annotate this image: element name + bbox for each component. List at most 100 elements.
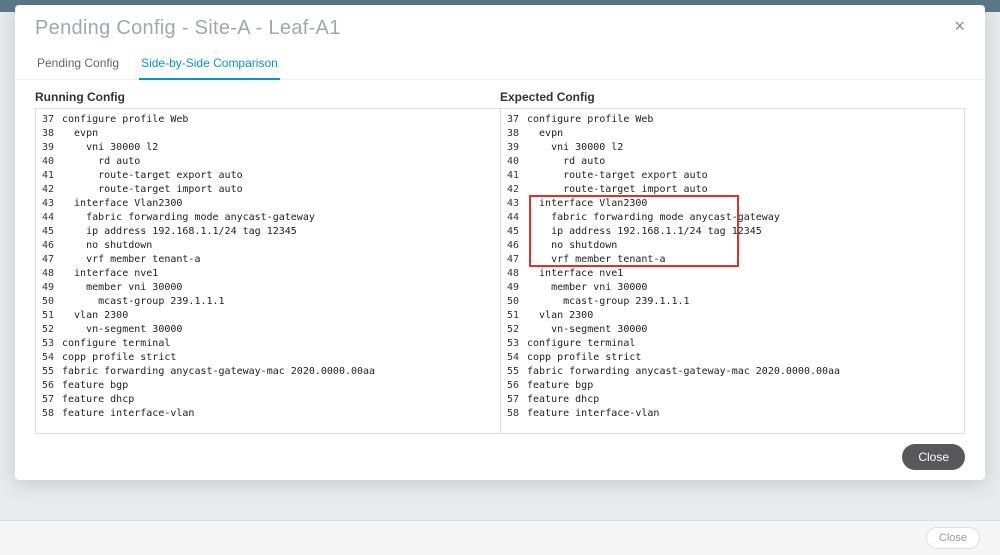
line-number: 46 xyxy=(503,239,527,253)
line-content: feature bgp xyxy=(62,379,498,393)
background-close-button[interactable]: Close xyxy=(926,527,980,549)
line-number: 47 xyxy=(38,253,62,267)
line-content: evpn xyxy=(62,127,498,141)
modal-footer: Close xyxy=(15,434,985,480)
line-number: 48 xyxy=(38,267,62,281)
line-number: 41 xyxy=(38,169,62,183)
line-content: member vni 30000 xyxy=(62,281,498,295)
code-line: 42 route-target import auto xyxy=(38,183,498,197)
line-content: interface Vlan2300 xyxy=(527,197,962,211)
code-line: 43 interface Vlan2300 xyxy=(503,197,962,211)
code-line: 38 evpn xyxy=(38,127,498,141)
tab-side-by-side[interactable]: Side-by-Side Comparison xyxy=(139,48,280,80)
running-config-body[interactable]: 37configure profile Web38 evpn39 vni 300… xyxy=(35,108,500,434)
line-number: 56 xyxy=(503,379,527,393)
code-line: 37configure profile Web xyxy=(503,113,962,127)
running-config-title: Running Config xyxy=(35,90,500,108)
code-line: 53configure terminal xyxy=(503,337,962,351)
tab-pending-config[interactable]: Pending Config xyxy=(35,48,121,80)
line-number: 53 xyxy=(38,337,62,351)
line-content: vni 30000 l2 xyxy=(527,141,962,155)
modal-header: Pending Config - Site-A - Leaf-A1 × xyxy=(15,5,985,48)
code-line: 54copp profile strict xyxy=(38,351,498,365)
code-line: 49 member vni 30000 xyxy=(503,281,962,295)
line-content: route-target export auto xyxy=(62,169,498,183)
code-line: 38 evpn xyxy=(503,127,962,141)
line-number: 49 xyxy=(38,281,62,295)
code-line: 57feature dhcp xyxy=(38,393,498,407)
line-number: 57 xyxy=(503,393,527,407)
line-number: 53 xyxy=(503,337,527,351)
line-content: feature dhcp xyxy=(62,393,498,407)
code-line: 56feature bgp xyxy=(503,379,962,393)
line-content: feature interface-vlan xyxy=(62,407,498,421)
line-number: 49 xyxy=(503,281,527,295)
tab-bar: Pending Config Side-by-Side Comparison xyxy=(15,48,985,80)
line-content: route-target import auto xyxy=(527,183,962,197)
pending-config-modal: Pending Config - Site-A - Leaf-A1 × Pend… xyxy=(15,5,985,480)
expected-config-body[interactable]: 37configure profile Web38 evpn39 vni 300… xyxy=(500,108,965,434)
line-number: 55 xyxy=(38,365,62,379)
close-icon[interactable]: × xyxy=(954,17,965,35)
line-number: 43 xyxy=(503,197,527,211)
line-content: fabric forwarding anycast-gateway-mac 20… xyxy=(62,365,498,379)
line-content: vrf member tenant-a xyxy=(527,253,962,267)
code-line: 52 vn-segment 30000 xyxy=(503,323,962,337)
line-content: mcast-group 239.1.1.1 xyxy=(527,295,962,309)
line-number: 51 xyxy=(38,309,62,323)
code-line: 49 member vni 30000 xyxy=(38,281,498,295)
line-number: 45 xyxy=(503,225,527,239)
code-line: 41 route-target export auto xyxy=(38,169,498,183)
line-content: no shutdown xyxy=(62,239,498,253)
background-footer: Close xyxy=(0,520,1000,555)
code-line: 45 ip address 192.168.1.1/24 tag 12345 xyxy=(38,225,498,239)
line-number: 46 xyxy=(38,239,62,253)
code-line: 39 vni 30000 l2 xyxy=(503,141,962,155)
code-line: 46 no shutdown xyxy=(38,239,498,253)
line-number: 51 xyxy=(503,309,527,323)
line-content: no shutdown xyxy=(527,239,962,253)
line-number: 56 xyxy=(38,379,62,393)
line-number: 54 xyxy=(503,351,527,365)
code-line: 54copp profile strict xyxy=(503,351,962,365)
line-number: 38 xyxy=(38,127,62,141)
code-line: 47 vrf member tenant-a xyxy=(503,253,962,267)
line-number: 44 xyxy=(38,211,62,225)
code-line: 44 fabric forwarding mode anycast-gatewa… xyxy=(38,211,498,225)
code-line: 50 mcast-group 239.1.1.1 xyxy=(503,295,962,309)
code-line: 58feature interface-vlan xyxy=(38,407,498,421)
line-content: fabric forwarding mode anycast-gateway xyxy=(527,211,962,225)
line-content: route-target export auto xyxy=(527,169,962,183)
line-content: vrf member tenant-a xyxy=(62,253,498,267)
line-number: 45 xyxy=(38,225,62,239)
line-number: 42 xyxy=(503,183,527,197)
line-number: 55 xyxy=(503,365,527,379)
line-number: 52 xyxy=(503,323,527,337)
code-line: 46 no shutdown xyxy=(503,239,962,253)
code-line: 51 vlan 2300 xyxy=(38,309,498,323)
code-line: 50 mcast-group 239.1.1.1 xyxy=(38,295,498,309)
line-content: configure terminal xyxy=(527,337,962,351)
code-line: 43 interface Vlan2300 xyxy=(38,197,498,211)
line-content: interface nve1 xyxy=(527,267,962,281)
code-line: 45 ip address 192.168.1.1/24 tag 12345 xyxy=(503,225,962,239)
line-content: fabric forwarding anycast-gateway-mac 20… xyxy=(527,365,962,379)
line-content: vlan 2300 xyxy=(527,309,962,323)
line-content: interface Vlan2300 xyxy=(62,197,498,211)
code-line: 42 route-target import auto xyxy=(503,183,962,197)
line-content: feature interface-vlan xyxy=(527,407,962,421)
line-number: 44 xyxy=(503,211,527,225)
expected-config-pane: Expected Config 37configure profile Web3… xyxy=(500,90,965,434)
code-line: 56feature bgp xyxy=(38,379,498,393)
modal-title: Pending Config - Site-A - Leaf-A1 xyxy=(35,17,341,40)
code-line: 39 vni 30000 l2 xyxy=(38,141,498,155)
code-line: 48 interface nve1 xyxy=(503,267,962,281)
line-content: configure profile Web xyxy=(62,113,498,127)
line-content: vn-segment 30000 xyxy=(527,323,962,337)
expected-config-title: Expected Config xyxy=(500,90,965,108)
code-line: 52 vn-segment 30000 xyxy=(38,323,498,337)
code-line: 55fabric forwarding anycast-gateway-mac … xyxy=(503,365,962,379)
close-button[interactable]: Close xyxy=(902,444,965,470)
line-content: mcast-group 239.1.1.1 xyxy=(62,295,498,309)
line-number: 40 xyxy=(38,155,62,169)
